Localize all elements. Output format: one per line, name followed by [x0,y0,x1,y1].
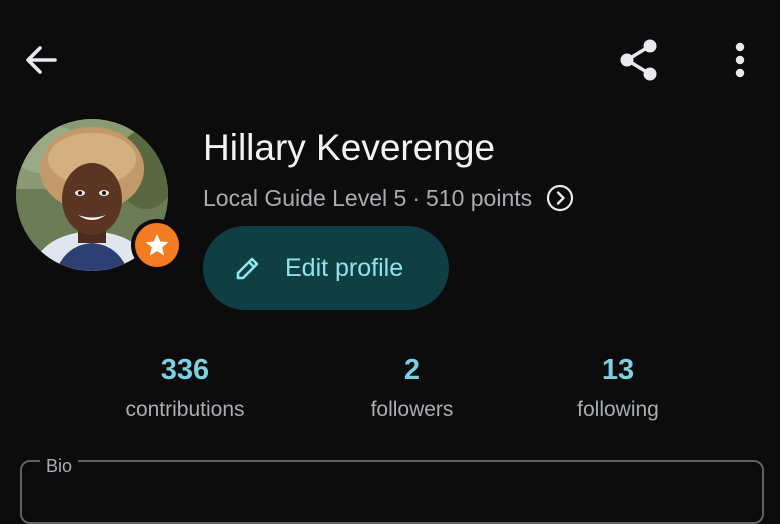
followers-label: followers [370,398,454,421]
contributions-count: 336 [160,354,210,386]
pencil-icon [231,251,265,285]
back-button[interactable] [14,36,68,84]
following-label: following [577,398,659,421]
bio-label: Bio [40,456,79,476]
star-icon [145,233,169,256]
share-button[interactable] [612,34,664,86]
more-vertical-icon [735,42,745,78]
arrow-left-icon [26,46,57,74]
level-separator: · [412,184,420,211]
more-options-button[interactable] [716,34,764,86]
edit-profile-label: Edit profile [285,253,404,282]
level-text: Local Guide Level 5 [203,184,407,211]
stat-contributions[interactable]: 336 contributions [75,350,295,424]
share-icon [620,39,657,81]
stat-following[interactable]: 13 following [508,350,728,424]
points-text: 510 points [425,184,533,211]
profile-name: Hillary Keverenge [203,127,496,168]
stat-followers[interactable]: 2 followers [302,350,522,424]
chevron-right-circle-icon [546,184,574,212]
followers-count: 2 [403,354,421,386]
local-guide-level-link[interactable]: Local Guide Level 5 · 510 points [203,183,574,213]
following-count: 13 [601,354,635,386]
edit-profile-button[interactable]: Edit profile [203,226,449,310]
contributions-label: contributions [125,398,245,421]
local-guide-badge [131,219,183,271]
